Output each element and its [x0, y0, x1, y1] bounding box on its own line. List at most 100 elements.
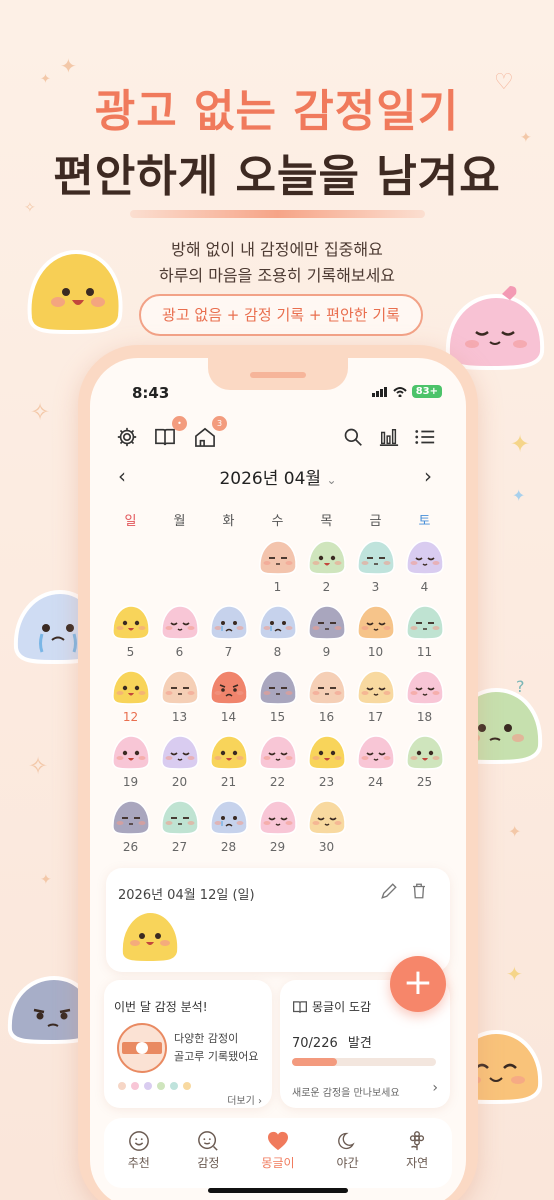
wifi-icon	[392, 386, 407, 397]
add-entry-button[interactable]: +	[390, 956, 446, 1012]
calendar-day[interactable]: 28	[204, 798, 253, 862]
sparkle-icon: ✧	[24, 200, 36, 216]
heart-icon	[267, 1131, 288, 1151]
dex-arrow[interactable]: ›	[432, 1080, 438, 1096]
calendar-day[interactable]: 11	[400, 603, 449, 667]
day-number: 12	[122, 710, 139, 724]
diary-button[interactable]: •	[152, 416, 187, 450]
nav-nature[interactable]: 자연	[382, 1118, 452, 1188]
selected-date: 2026년 04월 12일 (일)	[118, 888, 255, 903]
calendar-day[interactable]: 13	[155, 668, 204, 732]
list-icon	[415, 430, 435, 444]
calendar-day[interactable]: 1	[253, 538, 302, 602]
calendar-day[interactable]: 7	[204, 603, 253, 667]
emotion-blob-icon	[406, 540, 444, 575]
calendar-day[interactable]: 26	[106, 798, 155, 862]
day-number: 29	[269, 840, 286, 854]
emotion-blob-icon	[406, 735, 444, 770]
calendar-day[interactable]: 12	[106, 668, 155, 732]
nav-night[interactable]: 야간	[313, 1118, 383, 1188]
calendar-day[interactable]: 16	[302, 668, 351, 732]
calendar-day[interactable]: 22	[253, 733, 302, 797]
day-number: 14	[220, 710, 237, 724]
calendar-day[interactable]: 9	[302, 603, 351, 667]
calendar-day[interactable]: 20	[155, 733, 204, 797]
nav-recommend[interactable]: 추천	[104, 1118, 174, 1188]
calendar-day[interactable]: 29	[253, 798, 302, 862]
emotion-blob-icon	[308, 800, 346, 835]
sparkle-icon: ✦	[40, 872, 52, 888]
selected-day-card[interactable]: 2026년 04월 12일 (일)	[106, 868, 450, 972]
dex-progress-track	[292, 1058, 436, 1066]
day-number: 27	[171, 840, 188, 854]
monthly-analysis-card[interactable]: 이번 달 감정 분석! 다양한 감정이 골고루 기록됐어요 더보기 ›	[104, 980, 272, 1108]
emotion-blob-icon	[210, 670, 248, 705]
emotion-blob-icon	[357, 540, 395, 575]
calendar-day[interactable]: 15	[253, 668, 302, 732]
day-number: 5	[126, 645, 135, 659]
dex-count-row: 70/226 발견	[292, 1032, 372, 1051]
analysis-more-link[interactable]: 더보기 ›	[227, 1092, 262, 1107]
nav-monggeul[interactable]: 몽글이	[243, 1118, 313, 1188]
calendar-day[interactable]: 24	[351, 733, 400, 797]
emotion-blob-icon	[308, 540, 346, 575]
list-button[interactable]	[412, 424, 438, 450]
calendar-day[interactable]: 25	[400, 733, 449, 797]
emotion-blob-icon	[112, 605, 150, 640]
search-button[interactable]	[340, 424, 366, 450]
selected-day-emotion-blob	[120, 910, 180, 963]
weekday-label: 월	[173, 514, 186, 529]
edit-pencil-icon[interactable]	[380, 882, 398, 900]
calendar-day[interactable]: 8	[253, 603, 302, 667]
emotion-blob-icon	[210, 735, 248, 770]
day-number: 3	[371, 580, 380, 594]
calendar-day[interactable]: 5	[106, 603, 155, 667]
calendar-day[interactable]: 14	[204, 668, 253, 732]
calendar-day[interactable]: 4	[400, 538, 449, 602]
heart-outline-icon: ♡	[494, 70, 514, 95]
stats-button[interactable]	[376, 424, 402, 450]
shop-button[interactable]: 3	[192, 416, 227, 450]
day-number: 24	[367, 775, 384, 789]
calendar-day[interactable]: 21	[204, 733, 253, 797]
dex-count: 70/226	[292, 1036, 338, 1051]
trash-icon[interactable]	[410, 882, 428, 900]
calendar-day[interactable]: 19	[106, 733, 155, 797]
calendar-day[interactable]: 27	[155, 798, 204, 862]
bar-chart-icon	[379, 429, 399, 446]
sparkle-icon: ✦	[520, 130, 532, 146]
color-dot	[144, 1082, 152, 1090]
emotion-blob-icon	[161, 605, 199, 640]
day-number: 20	[171, 775, 188, 789]
calendar-day[interactable]: 6	[155, 603, 204, 667]
emotion-blob-icon	[308, 670, 346, 705]
search-icon	[344, 428, 362, 446]
analysis-text-line1: 다양한 감정이	[174, 1032, 239, 1045]
bottom-navigation: 추천 감정 몽글이 야간 자연	[104, 1118, 452, 1188]
calendar-day[interactable]: 2	[302, 538, 351, 602]
dex-cta: 새로운 감정을 만나보세요	[292, 1088, 400, 1099]
next-month-button[interactable]: ›	[424, 464, 432, 488]
color-dot	[157, 1082, 165, 1090]
phone-notch	[208, 358, 348, 390]
house-icon	[195, 427, 215, 447]
calendar-day[interactable]: 18	[400, 668, 449, 732]
dex-found-label: 발견	[347, 1036, 372, 1051]
analysis-title: 이번 달 감정 분석!	[114, 1000, 208, 1014]
calendar-day[interactable]: 3	[351, 538, 400, 602]
calendar-day[interactable]: 10	[351, 603, 400, 667]
emotion-blob-icon	[357, 605, 395, 640]
color-dot	[131, 1082, 139, 1090]
month-navigation: ‹ 2026년 04월 ⌄ ›	[90, 464, 466, 489]
nav-label: 감정	[197, 1156, 220, 1170]
day-number: 4	[420, 580, 429, 594]
calendar-day[interactable]: 17	[351, 668, 400, 732]
calendar-day[interactable]: 23	[302, 733, 351, 797]
month-selector[interactable]: 2026년 04월 ⌄	[90, 464, 466, 489]
calendar-day[interactable]: 30	[302, 798, 351, 862]
day-number: 17	[367, 710, 384, 724]
nav-emotion[interactable]: 감정	[174, 1118, 244, 1188]
signal-icon	[371, 386, 387, 397]
settings-button[interactable]	[114, 424, 140, 450]
emotion-blob-icon	[259, 605, 297, 640]
